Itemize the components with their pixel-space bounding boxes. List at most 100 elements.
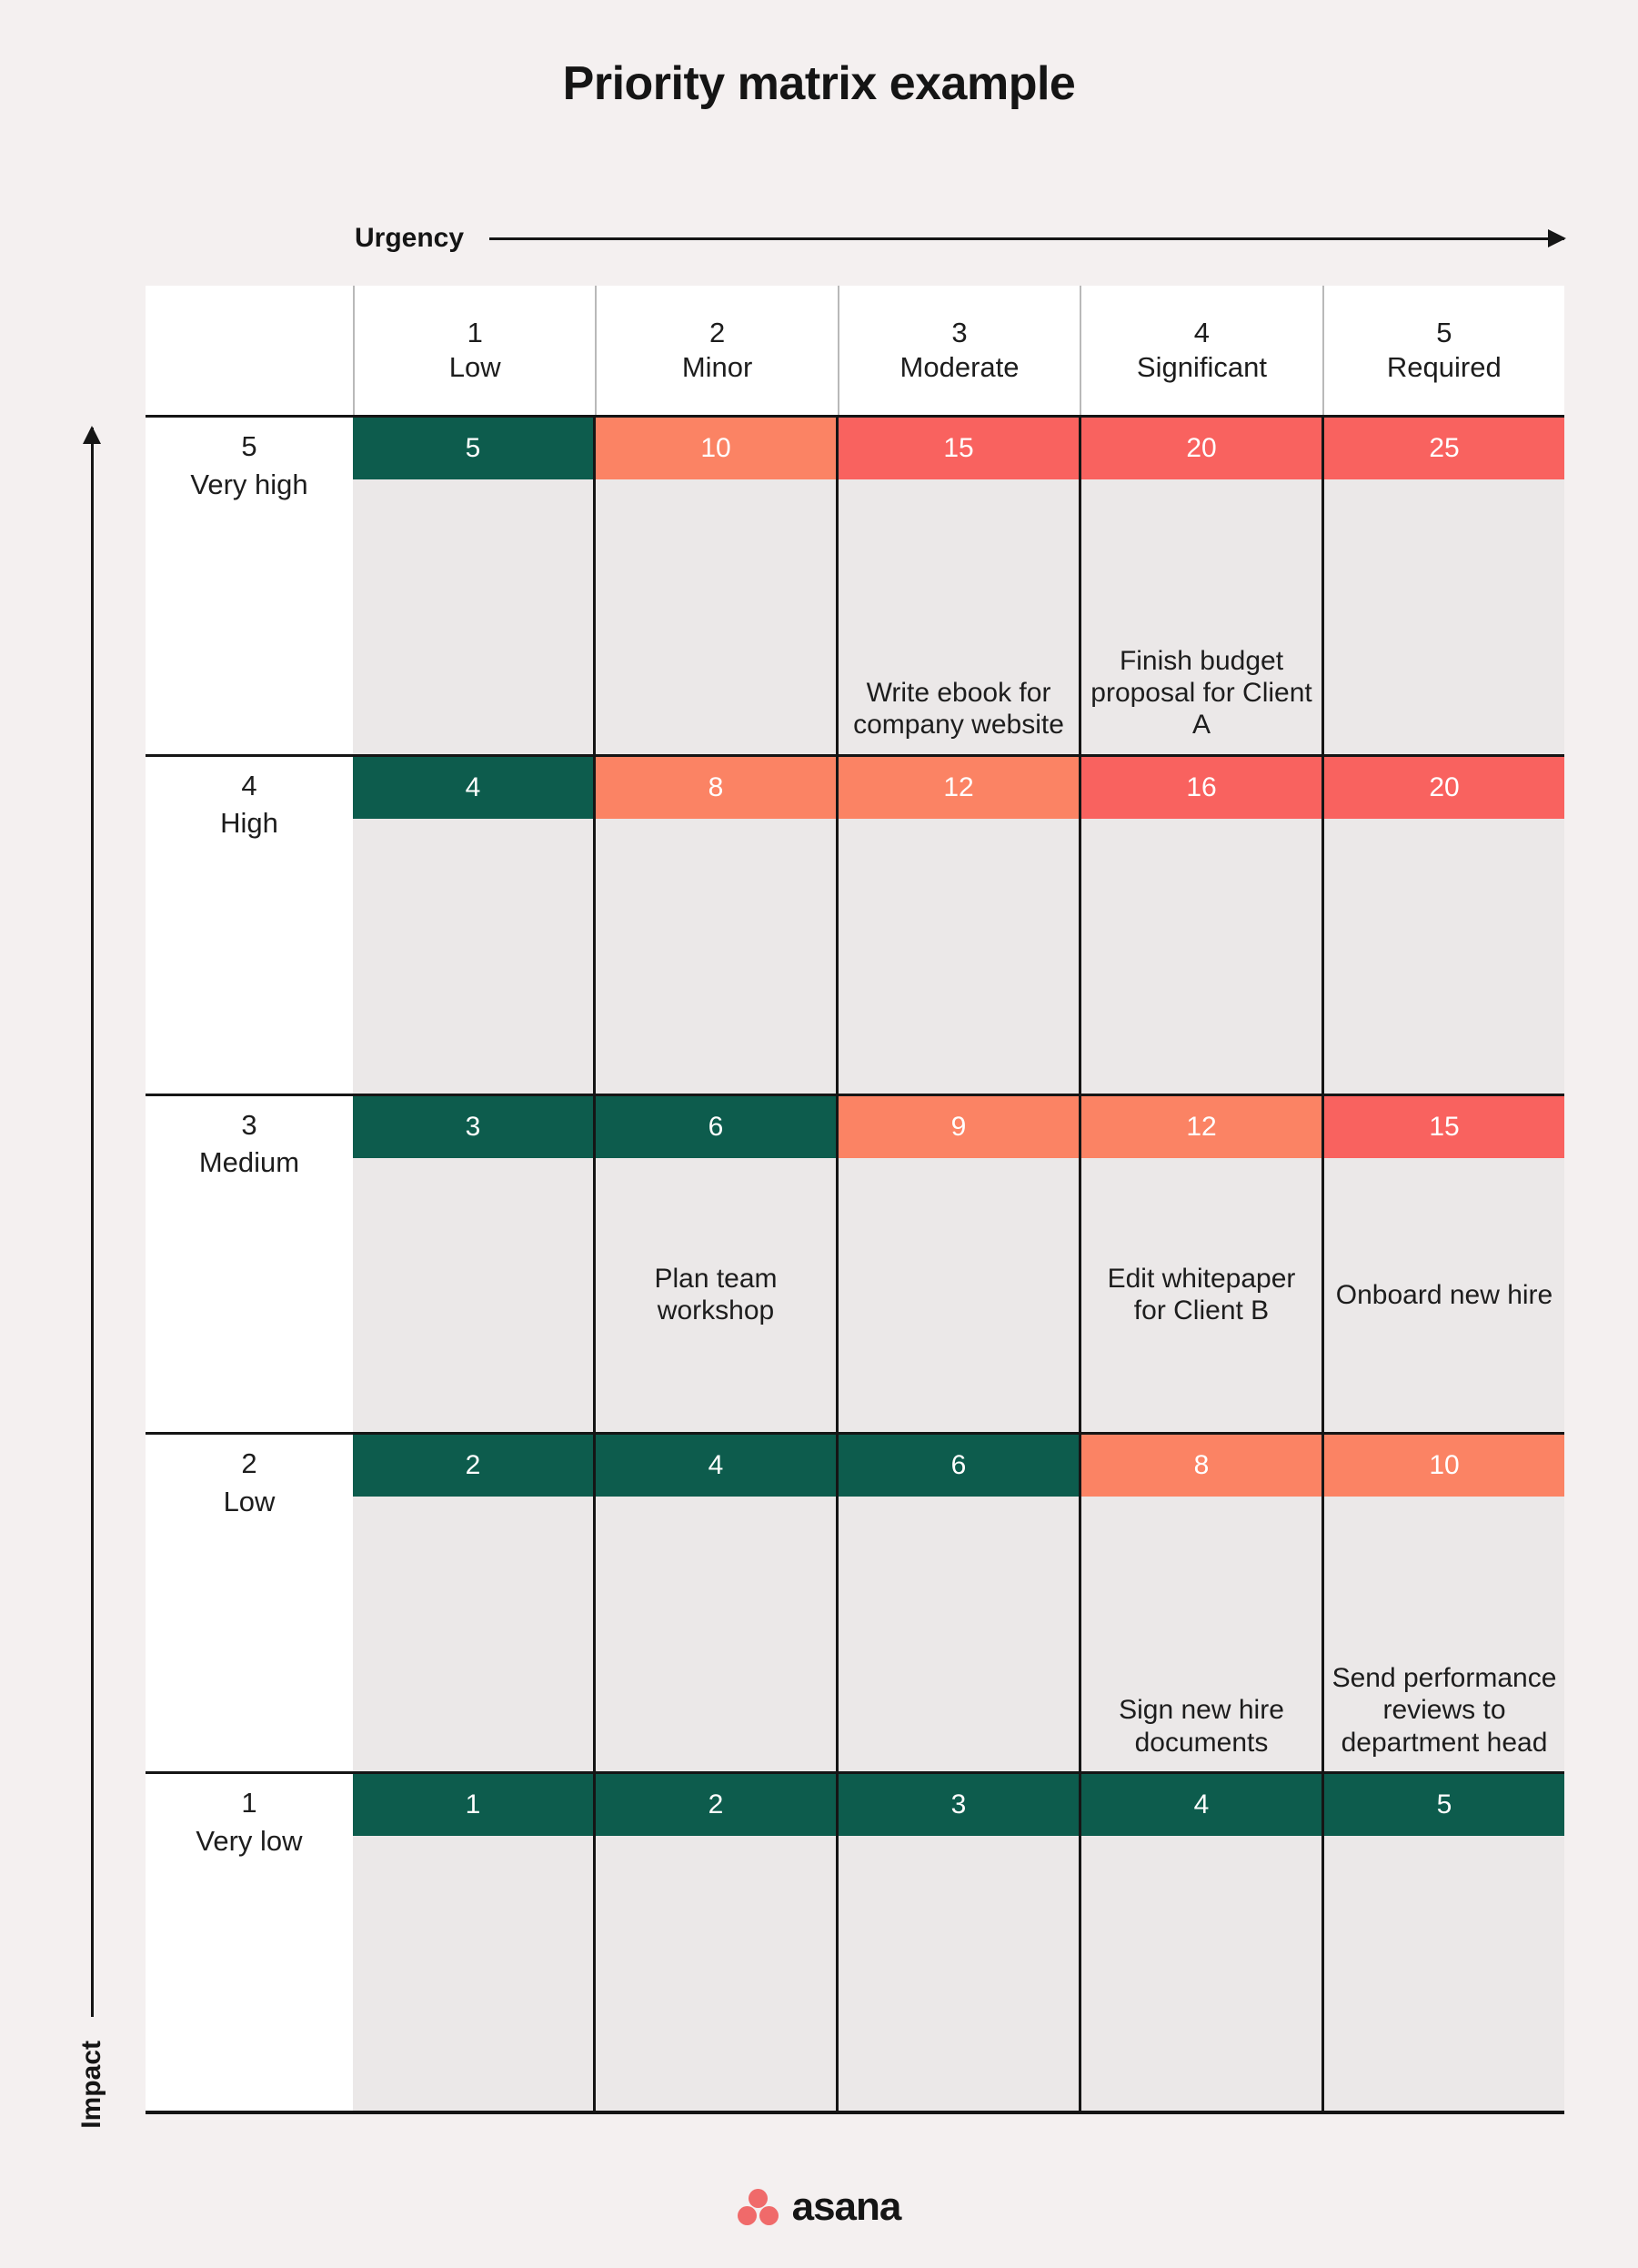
matrix-cell-2-1[interactable]: 2 [353, 1435, 593, 1772]
matrix-row-cells: 5 10 15 Write ebook for company website 20 Fi… [353, 418, 1564, 754]
cell-score-badge: 4 [1081, 1774, 1321, 1837]
matrix-cell-3-4[interactable]: 12 Edit whitepaper for Client B [1079, 1095, 1321, 1433]
cell-task-text: Onboard new hire [1335, 1279, 1553, 1310]
cell-score-badge: 9 [839, 1095, 1079, 1158]
matrix-cell-1-2[interactable]: 2 [593, 1774, 836, 2111]
urgency-axis-label: Urgency [355, 223, 465, 253]
matrix-cell-5-1[interactable]: 5 [353, 418, 593, 754]
matrix-cell-5-5[interactable]: 25 [1321, 418, 1564, 754]
cell-task-text [1081, 819, 1321, 1094]
cell-task-text [596, 1497, 836, 1771]
column-header-label: Minor [681, 351, 753, 383]
matrix-row-cells: 12345 [353, 1774, 1564, 2111]
cell-score-badge: 15 [839, 418, 1079, 479]
cell-score-badge: 2 [353, 1435, 593, 1497]
row-header-label: Very high [190, 468, 308, 500]
matrix-cell-5-4[interactable]: 20 Finish budget proposal for Client A [1079, 418, 1321, 754]
matrix-row-impact-3: 3 Medium 3 6 Plan team workshop 9 12 Edit white… [146, 1095, 1564, 1436]
column-header-number: 2 [708, 316, 726, 348]
urgency-arrow-icon [489, 228, 1566, 247]
matrix-cell-5-2[interactable]: 10 [593, 418, 836, 754]
matrix-cell-3-2[interactable]: 6 Plan team workshop [593, 1095, 836, 1433]
column-header-label: Significant [1136, 351, 1267, 383]
cell-task-text [353, 1158, 593, 1433]
impact-row-header-1: 1 Very low [146, 1774, 353, 2111]
cell-score-badge: 1 [353, 1774, 593, 1837]
cell-score-badge: 20 [1081, 418, 1321, 479]
column-header-label: Required [1386, 351, 1502, 383]
cell-task-text [839, 1836, 1079, 2111]
matrix-header-row: 1 Low 2 Minor 3 Moderate 4 Significant 5 Required [146, 286, 1565, 418]
matrix-row-cells: 2 4 6 8 Sign new hire documents 10 Send perfor… [353, 1435, 1564, 1772]
cell-task-text: Sign new hire documents [1119, 1695, 1284, 1758]
matrix-row-cells: 3 6 Plan team workshop 9 12 Edit whitepaper f… [353, 1095, 1564, 1433]
matrix-cell-1-4[interactable]: 4 [1079, 1774, 1321, 2111]
cell-task-text [1081, 1836, 1321, 2111]
column-header-number: 1 [467, 316, 483, 348]
cell-score-badge: 4 [596, 1435, 836, 1497]
row-header-number: 5 [241, 430, 257, 462]
matrix-cell-2-2[interactable]: 4 [593, 1435, 836, 1772]
cell-task-text [353, 479, 593, 754]
matrix-cell-3-5[interactable]: 15 Onboard new hire [1321, 1095, 1564, 1433]
row-header-number: 4 [241, 769, 257, 801]
matrix-cell-4-4[interactable]: 16 [1079, 756, 1321, 1094]
cell-score-badge: 25 [1324, 418, 1564, 479]
cell-score-badge: 20 [1324, 756, 1564, 819]
cell-task-text [353, 819, 593, 1094]
matrix-cell-3-1[interactable]: 3 [353, 1095, 593, 1433]
cell-task-text: Edit whitepaper for Client B [1107, 1264, 1296, 1326]
cell-task-text [1324, 819, 1564, 1094]
cell-task-text: Plan team workshop [654, 1264, 778, 1326]
matrix-cell-2-5[interactable]: 10 Send performance reviews to department… [1321, 1435, 1564, 1772]
cell-score-badge: 8 [1081, 1435, 1321, 1497]
cell-score-badge: 12 [1081, 1095, 1321, 1158]
matrix-cell-3-3[interactable]: 9 [836, 1095, 1079, 1433]
cell-score-badge: 8 [596, 756, 836, 819]
cell-score-badge: 5 [353, 418, 593, 479]
row-header-number: 1 [241, 1787, 257, 1819]
cell-score-badge: 6 [839, 1435, 1079, 1497]
column-header-number: 4 [1193, 316, 1211, 348]
cell-score-badge: 10 [596, 418, 836, 479]
impact-axis: Impact [71, 425, 113, 2129]
impact-arrow-icon [82, 425, 101, 2018]
matrix-row-cells: 4 8 12 16 20 [353, 756, 1564, 1094]
row-header-label: High [220, 807, 278, 840]
cell-task-text [353, 1836, 593, 2111]
matrix-cell-4-3[interactable]: 12 [836, 756, 1079, 1094]
asana-logo-icon [737, 2189, 779, 2225]
impact-row-header-5: 5 Very high [146, 418, 353, 754]
row-header-number: 2 [241, 1447, 257, 1480]
matrix-cell-4-1[interactable]: 4 [353, 756, 593, 1094]
cell-task-text [839, 819, 1079, 1094]
cell-score-badge: 5 [1324, 1774, 1564, 1837]
matrix-cell-2-4[interactable]: 8 Sign new hire documents [1079, 1435, 1321, 1772]
column-header-label: Moderate [899, 351, 1020, 383]
cell-score-badge: 3 [353, 1095, 593, 1158]
impact-axis-label: Impact [76, 2041, 106, 2129]
matrix-cell-4-2[interactable]: 8 [593, 756, 836, 1094]
impact-row-header-2: 2 Low [146, 1435, 353, 1772]
cell-task-text [353, 1497, 593, 1771]
cell-task-text [596, 819, 836, 1094]
matrix-cell-1-1[interactable]: 1 [353, 1774, 593, 2111]
matrix-cell-4-5[interactable]: 20 [1321, 756, 1564, 1094]
cell-task-text [839, 1497, 1079, 1771]
urgency-column-header-4: 4 Significant [1080, 286, 1322, 415]
impact-row-header-4: 4 High [146, 756, 353, 1094]
matrix-corner-cell [146, 286, 353, 415]
cell-score-badge: 15 [1324, 1095, 1564, 1158]
cell-task-text: Finish budget proposal for Client A [1090, 645, 1312, 741]
cell-score-badge: 10 [1324, 1435, 1564, 1497]
cell-score-badge: 12 [839, 756, 1079, 819]
matrix-cell-1-3[interactable]: 3 [836, 1774, 1079, 2111]
cell-score-badge: 6 [596, 1095, 836, 1158]
matrix-cell-5-3[interactable]: 15 Write ebook for company website [836, 418, 1079, 754]
matrix-cell-1-5[interactable]: 5 [1321, 1774, 1564, 2111]
column-header-number: 3 [951, 316, 968, 348]
page-title: Priority matrix example [562, 57, 1076, 110]
cell-task-text [596, 1836, 836, 2111]
cell-task-text [596, 479, 836, 754]
matrix-cell-2-3[interactable]: 6 [836, 1435, 1079, 1772]
